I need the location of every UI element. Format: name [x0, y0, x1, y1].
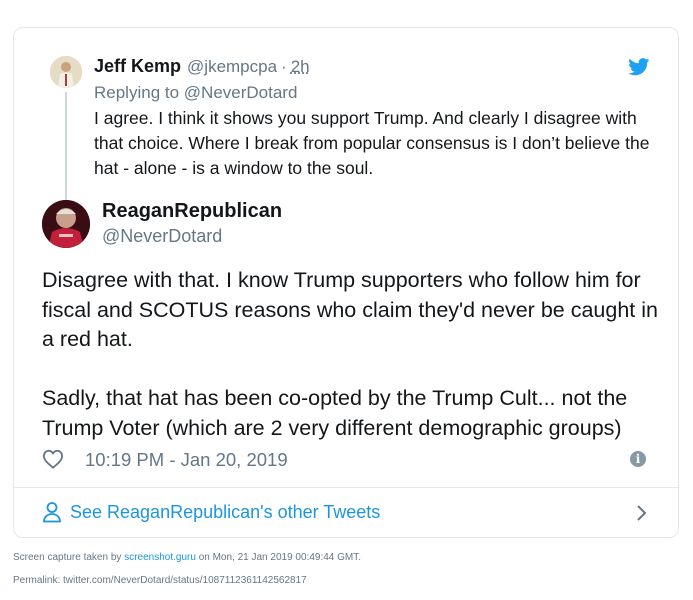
author-name[interactable]: Jeff Kemp [94, 56, 181, 77]
separator-dot: · [281, 57, 287, 76]
info-icon[interactable]: i [630, 451, 646, 467]
author-handle[interactable]: @jkempcpa [187, 57, 277, 77]
embedded-tweet-card: Jeff Kemp @jkempcpa · 2h Replying to @Ne… [13, 27, 679, 538]
replying-to-prefix: Replying to [94, 83, 180, 102]
avatar-jeff-kemp[interactable] [50, 56, 82, 88]
capture-footer: Screen capture taken by screenshot.guru … [13, 552, 361, 563]
author-name[interactable]: ReaganRepublican [102, 200, 282, 223]
see-other-tweets-label: See ReaganRepublican's other Tweets [70, 501, 381, 522]
tweet-time-link[interactable]: 2h [291, 57, 310, 77]
main-tweet-text: Disagree with that. I know Trump support… [42, 268, 658, 440]
tweet-timestamp[interactable]: 10:19 PM - Jan 20, 2019 [85, 449, 288, 471]
person-icon [43, 502, 61, 523]
card-divider [14, 487, 678, 488]
see-other-tweets-link[interactable]: See ReaganRepublican's other Tweets [42, 501, 380, 523]
parent-tweet-text: I agree. I think it shows you support Tr… [94, 108, 650, 178]
replying-to-line: Replying to @NeverDotard [94, 83, 297, 103]
chevron-right-icon[interactable] [636, 504, 648, 522]
capture-suffix: on Mon, 21 Jan 2019 00:49:44 GMT. [198, 552, 362, 563]
capture-site-link[interactable]: screenshot.guru [124, 552, 196, 563]
avatar-reagan-republican[interactable] [42, 200, 90, 248]
twitter-bird-icon[interactable] [628, 58, 650, 76]
heart-icon[interactable] [42, 449, 64, 469]
parent-tweet-header: Jeff Kemp @jkempcpa · 2h [94, 56, 310, 78]
replying-to-mention[interactable]: @NeverDotard [184, 83, 298, 102]
author-handle[interactable]: @NeverDotard [102, 226, 222, 247]
capture-prefix: Screen capture taken by [13, 552, 122, 563]
permalink-footer: Permalink: twitter.com/NeverDotard/statu… [13, 575, 307, 586]
